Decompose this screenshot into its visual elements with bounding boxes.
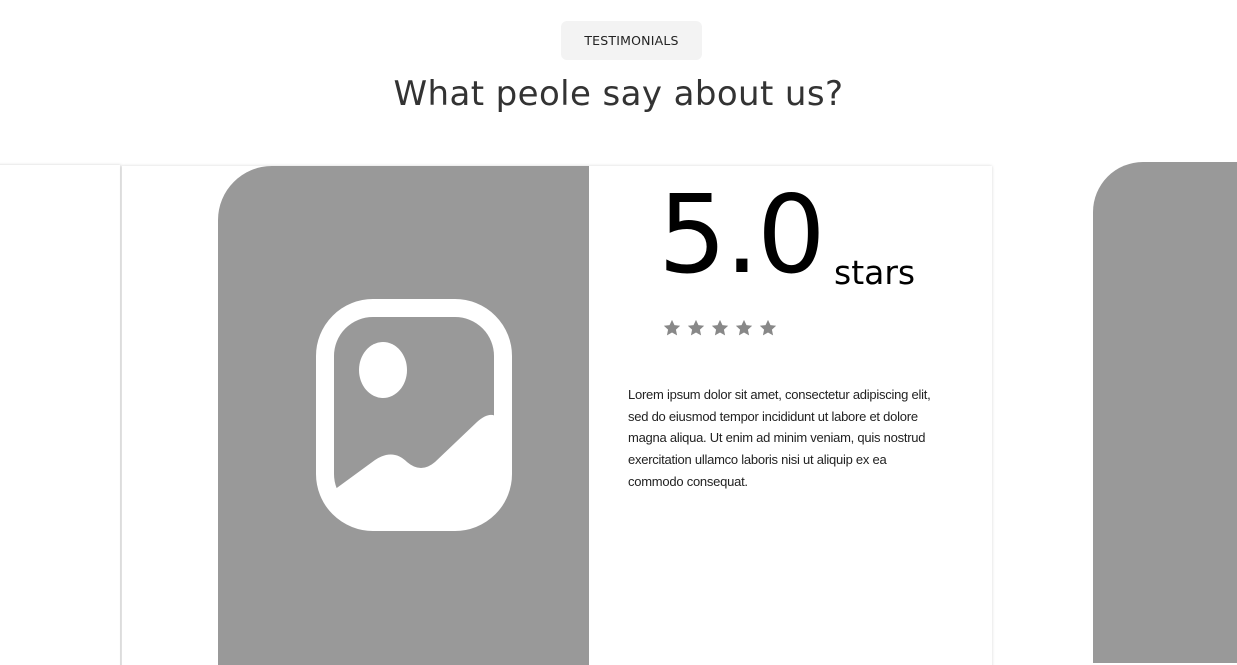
testimonial-text: Lorem ipsum dolor sit amet, consectetur …: [628, 387, 931, 489]
star-icon: [711, 319, 729, 336]
star-icon: [663, 319, 681, 336]
rating-stars: [662, 318, 778, 338]
testimonial-card-next[interactable]: [1093, 162, 1237, 663]
testimonial-photo: [218, 166, 589, 665]
rating-value: 5.0: [658, 173, 826, 298]
section-heading: What peole say about us?: [393, 74, 844, 114]
star-icon: [687, 319, 705, 336]
star-icon: [759, 319, 777, 336]
section-badge: TESTIMONIALS: [561, 21, 702, 60]
rating-unit: stars: [834, 253, 916, 292]
star-icon: [735, 319, 753, 336]
image-placeholder-icon: [316, 299, 512, 531]
testimonial-card-previous[interactable]: [0, 165, 120, 665]
